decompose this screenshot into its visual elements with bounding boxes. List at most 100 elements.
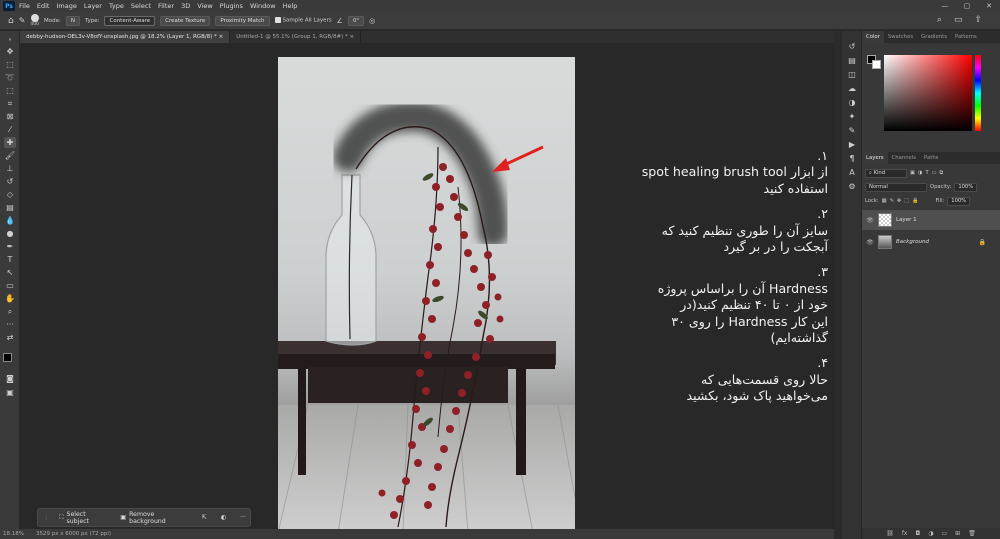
new-layer-icon[interactable]: ⊞: [955, 530, 960, 537]
dodge-tool-icon[interactable]: ●: [4, 228, 16, 239]
filter-pixel-icon[interactable]: ▣: [910, 170, 915, 176]
layer-style-icon[interactable]: fx: [902, 530, 908, 537]
filter-smart-object-icon[interactable]: ⧉: [940, 170, 944, 177]
history-panel-icon[interactable]: ↺: [846, 41, 858, 52]
close-window-icon[interactable]: ✕: [978, 0, 1000, 12]
add-mask-icon[interactable]: ◘: [915, 530, 920, 537]
pen-tool-icon[interactable]: ✒: [4, 241, 16, 252]
spot-healing-tool-icon[interactable]: ✚: [4, 137, 16, 148]
menu-layer[interactable]: Layer: [84, 2, 102, 10]
quick-mask-icon[interactable]: ◙: [4, 373, 16, 384]
mode-select[interactable]: N: [65, 15, 80, 26]
tab-paths[interactable]: Paths: [920, 152, 942, 164]
layer-row-layer-1[interactable]: 👁 Layer 1: [862, 210, 1000, 230]
actions-panel-icon[interactable]: ▶: [846, 139, 858, 150]
document-info[interactable]: 3529 px x 6000 px (72 ppi): [36, 531, 111, 537]
character-panel-icon[interactable]: A: [846, 167, 858, 178]
visibility-eye-icon[interactable]: 👁: [864, 217, 876, 224]
visibility-eye-icon[interactable]: 👁: [864, 239, 876, 246]
share-icon[interactable]: ⇪: [974, 15, 982, 25]
navigator-panel-icon[interactable]: ◫: [846, 69, 858, 80]
lasso-tool-icon[interactable]: ➰: [4, 72, 16, 83]
remove-background-button[interactable]: ▣ Remove background: [116, 509, 191, 527]
content-aware-button[interactable]: Content-Aware: [104, 15, 156, 26]
styles-panel-icon[interactable]: ✦: [846, 111, 858, 122]
tab-close-icon[interactable]: ×: [219, 34, 224, 40]
rectangle-tool-icon[interactable]: ▭: [4, 280, 16, 291]
lock-image-icon[interactable]: ✎: [889, 198, 893, 204]
zoom-level[interactable]: 18.18%: [3, 531, 24, 537]
layer-row-background[interactable]: 👁 Background 🔒: [862, 232, 1000, 252]
opacity-input[interactable]: 100%: [954, 182, 978, 192]
menu-select[interactable]: Select: [131, 2, 151, 10]
workspace-icon[interactable]: ▭: [954, 15, 963, 25]
tab-document-1[interactable]: debby-hudson-OEL3v-V8ofY-unsplash.jpg @ …: [20, 31, 231, 43]
color-panel-background-swatch[interactable]: [872, 60, 881, 69]
angle-input[interactable]: 0°: [347, 15, 365, 26]
tab-patterns[interactable]: Patterns: [951, 31, 981, 43]
pressure-size-icon[interactable]: ◎: [369, 17, 375, 25]
tab-gradients[interactable]: Gradients: [917, 31, 951, 43]
history-brush-tool-icon[interactable]: ↺: [4, 176, 16, 187]
search-icon[interactable]: ⌕: [937, 15, 942, 25]
libraries-panel-icon[interactable]: ☁: [846, 83, 858, 94]
blend-mode-select[interactable]: Normal: [865, 182, 927, 192]
brush-tool-icon[interactable]: 🖌: [4, 150, 16, 161]
crop-tool-icon[interactable]: ⌗: [4, 98, 16, 109]
menu-file[interactable]: File: [19, 2, 30, 10]
menu-window[interactable]: Window: [250, 2, 276, 10]
spot-healing-brush-icon[interactable]: ✎: [19, 16, 26, 25]
menu-image[interactable]: Image: [56, 2, 76, 10]
marquee-tool-icon[interactable]: ⬚: [4, 59, 16, 70]
lock-position-icon[interactable]: ✥: [897, 198, 901, 204]
toolbar-collapse-icon[interactable]: »: [4, 34, 16, 45]
canvas-area[interactable]: ۱. از ابزار spot healing brush tool استف…: [20, 43, 834, 533]
foreground-color-swatch[interactable]: [3, 353, 12, 362]
blur-tool-icon[interactable]: 💧: [4, 215, 16, 226]
paragraph-panel-icon[interactable]: ¶: [846, 153, 858, 164]
more-options-button[interactable]: ···: [236, 512, 250, 523]
tab-swatches[interactable]: Swatches: [884, 31, 917, 43]
object-selection-tool-icon[interactable]: ⬚: [4, 85, 16, 96]
gradient-tool-icon[interactable]: ▤: [4, 202, 16, 213]
brush-preset-picker[interactable]: 400: [30, 13, 39, 28]
filter-adjustment-icon[interactable]: ◑: [918, 170, 923, 176]
new-group-icon[interactable]: ▭: [941, 530, 947, 537]
lock-transparent-icon[interactable]: ▦: [882, 198, 887, 204]
screen-mode-icon[interactable]: ▣: [4, 387, 16, 398]
layer-lock-icon[interactable]: 🔒: [979, 239, 986, 246]
move-tool-icon[interactable]: ✥: [4, 46, 16, 57]
tab-layers[interactable]: Layers: [862, 152, 888, 164]
color-picker-field[interactable]: [884, 55, 972, 131]
menu-help[interactable]: Help: [283, 2, 298, 10]
create-texture-button[interactable]: Create Texture: [160, 15, 211, 26]
tab-close-icon[interactable]: ×: [350, 34, 355, 40]
tab-document-2[interactable]: Untitled-1 @ 55.1% (Group 1, RGB/8#) * ×: [230, 31, 362, 43]
panel-divider[interactable]: [834, 31, 842, 539]
adjustments-panel-icon[interactable]: ◑: [846, 97, 858, 108]
menu-filter[interactable]: Filter: [158, 2, 174, 10]
fill-input[interactable]: 100%: [947, 196, 971, 206]
layer-name[interactable]: Layer 1: [896, 217, 917, 223]
select-subject-button[interactable]: ⛶ Select subject: [55, 509, 110, 527]
transform-icon[interactable]: ⇱: [198, 512, 211, 523]
tab-color[interactable]: Color: [862, 31, 884, 43]
zoom-tool-icon[interactable]: ⌕: [4, 306, 16, 317]
menu-3d[interactable]: 3D: [181, 2, 190, 10]
layer-name[interactable]: Background: [896, 239, 929, 245]
type-tool-icon[interactable]: T: [4, 254, 16, 265]
lock-artboard-icon[interactable]: ⬚: [904, 198, 909, 204]
eraser-tool-icon[interactable]: ◇: [4, 189, 16, 200]
menu-type[interactable]: Type: [109, 2, 124, 10]
sample-all-layers-checkbox[interactable]: Sample All Layers: [274, 17, 332, 24]
more-tools-icon[interactable]: ···: [4, 319, 16, 330]
lock-all-icon[interactable]: 🔒: [912, 198, 918, 204]
swap-colors-icon[interactable]: ⇄: [4, 332, 16, 343]
hue-slider[interactable]: [975, 55, 981, 131]
tab-channels[interactable]: Channels: [888, 152, 921, 164]
brushes-panel-icon[interactable]: ✎: [846, 125, 858, 136]
link-layers-icon[interactable]: ⛓: [886, 530, 894, 537]
maximize-icon[interactable]: ▢: [956, 0, 978, 12]
frame-tool-icon[interactable]: ⊠: [4, 111, 16, 122]
clone-stamp-tool-icon[interactable]: ⊥: [4, 163, 16, 174]
